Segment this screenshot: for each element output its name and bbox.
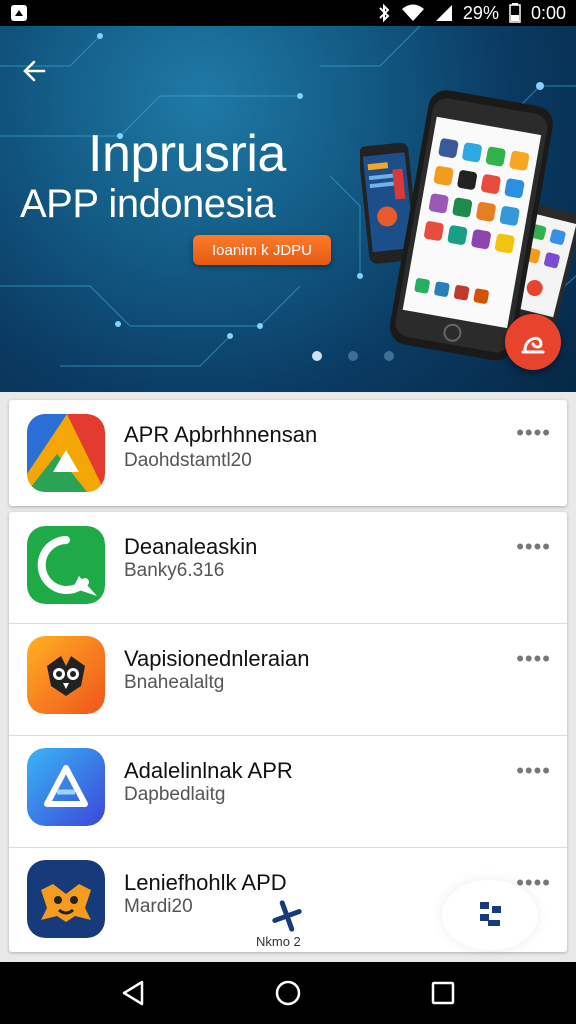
- more-menu-icon[interactable]: ••••: [516, 758, 551, 784]
- triangle-logo-icon: [27, 414, 105, 492]
- app-subtitle: Banky6.316: [124, 560, 225, 581]
- bird-logo-icon: [27, 636, 105, 714]
- more-menu-icon[interactable]: ••••: [516, 646, 551, 672]
- system-nav-bar: [0, 962, 576, 1024]
- hero-cta-button[interactable]: Ioanim k JDPU: [193, 235, 331, 265]
- notification-icon: [11, 5, 27, 21]
- more-menu-icon[interactable]: ••••: [516, 534, 551, 560]
- fab-logo-icon: [521, 336, 545, 354]
- floating-menu-button[interactable]: [442, 880, 538, 950]
- recents-icon[interactable]: [428, 978, 458, 1008]
- app-subtitle: Bnahealaltg: [124, 672, 225, 693]
- hero-title-line1: Inprusria: [88, 125, 286, 183]
- chat-logo-icon: [27, 526, 105, 604]
- battery-percent: 29%: [462, 2, 499, 23]
- app-subtitle: Dapbedlaitg: [124, 784, 226, 805]
- signal-icon: [435, 5, 452, 21]
- app-name: Vapisionednleraian: [124, 646, 310, 671]
- app-subtitle: Mardi20: [124, 896, 193, 917]
- app-name: Adalelinlnak APR: [124, 758, 293, 783]
- list-item[interactable]: Vapisionednleraian Bnahealaltg ••••: [9, 624, 567, 736]
- back-arrow-icon[interactable]: [18, 54, 52, 88]
- carousel-dots[interactable]: [312, 351, 394, 361]
- list-item[interactable]: APR Apbrhhnensan Daohdstamtl20 ••••: [9, 400, 567, 506]
- list-item[interactable]: Deanaleaskin Banky6.316 ••••: [9, 512, 567, 624]
- bluetooth-icon: [379, 3, 390, 23]
- app-name: Deanaleaskin: [124, 534, 258, 559]
- clock: 0:00: [530, 2, 566, 23]
- carousel-dot-3[interactable]: [384, 351, 394, 361]
- mascot-logo-icon: [27, 860, 105, 938]
- prism-logo-icon: [27, 748, 105, 826]
- list-item[interactable]: Adalelinlnak APR Dapbedlaitg ••••: [9, 736, 567, 848]
- grid-menu-icon: [480, 902, 501, 926]
- app-card-featured[interactable]: APR Apbrhhnensan Daohdstamtl20 ••••: [9, 400, 567, 506]
- app-name: APR Apbrhhnensan: [124, 422, 318, 447]
- battery-icon: [509, 3, 521, 23]
- home-icon[interactable]: [273, 978, 303, 1008]
- wifi-icon: [401, 4, 424, 21]
- hero-fab-button[interactable]: [505, 314, 561, 370]
- add-sparkle-icon[interactable]: [262, 896, 312, 936]
- more-menu-icon[interactable]: ••••: [516, 420, 551, 446]
- app-name: Leniefhohlk APD: [124, 870, 287, 895]
- app-subtitle: Daohdstamtl20: [124, 450, 252, 471]
- carousel-dot-1[interactable]: [312, 351, 322, 361]
- bottom-fab-label: Nkmo 2: [256, 934, 301, 949]
- carousel-dot-2[interactable]: [348, 351, 358, 361]
- status-bar: 29% 0:00: [0, 0, 576, 26]
- hero-title-line2: APP indonesia: [20, 182, 276, 226]
- back-icon[interactable]: [118, 978, 148, 1008]
- hero-banner[interactable]: Inprusria APP indonesia Ioanim k JDPU: [0, 26, 576, 392]
